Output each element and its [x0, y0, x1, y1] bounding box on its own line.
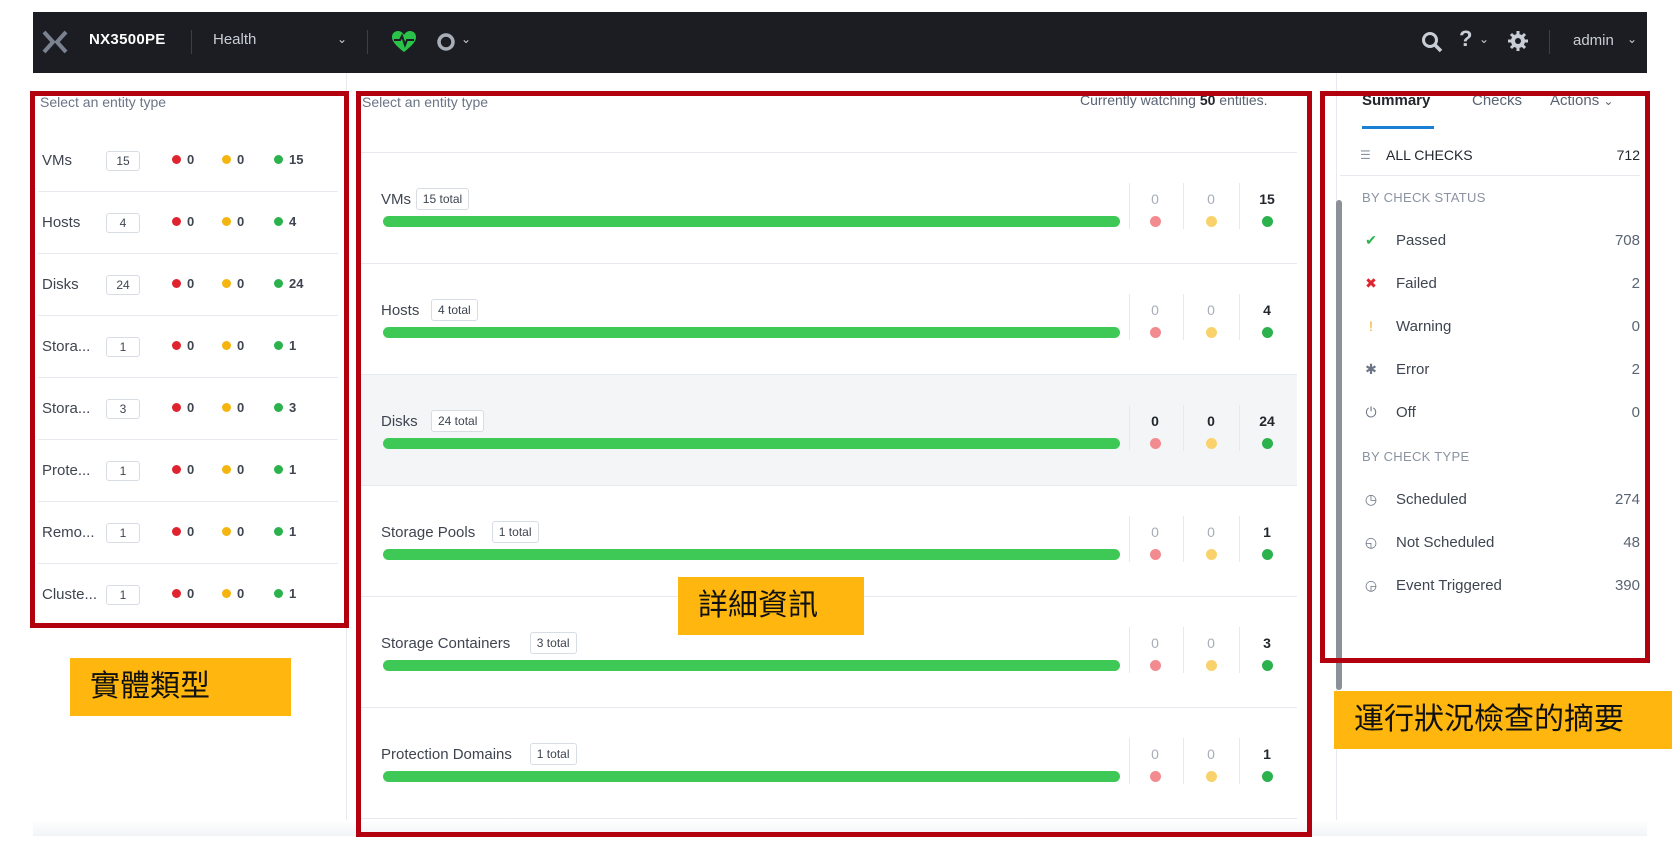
annotation-box-entity-type — [30, 91, 349, 628]
search-icon[interactable] — [1421, 31, 1443, 53]
cluster-name[interactable]: NX3500PE — [89, 31, 166, 48]
gear-icon[interactable] — [1507, 30, 1529, 52]
circle-status-icon[interactable] — [437, 33, 455, 51]
chevron-down-icon[interactable]: ⌄ — [461, 32, 471, 46]
divider — [191, 30, 192, 54]
nutanix-logo-icon[interactable] — [41, 28, 69, 56]
divider — [367, 30, 368, 54]
main-menu-dropdown[interactable]: Health — [213, 31, 256, 48]
health-heart-icon[interactable] — [391, 30, 417, 54]
top-navigation-bar: NX3500PE Health ⌄ ⌄ ? ⌄ admin ⌄ — [33, 12, 1647, 73]
chevron-down-icon[interactable]: ⌄ — [1627, 32, 1637, 46]
annotation-note-details: 詳細資訊 — [678, 577, 864, 635]
annotation-box-details — [356, 91, 1312, 837]
chevron-down-icon[interactable]: ⌄ — [1479, 32, 1489, 46]
help-icon[interactable]: ? — [1459, 26, 1472, 52]
annotation-box-summary — [1320, 91, 1650, 663]
annotation-note-summary: 運行狀況檢查的摘要 — [1334, 691, 1672, 749]
divider — [1549, 30, 1550, 54]
chevron-down-icon[interactable]: ⌄ — [337, 32, 347, 46]
user-menu[interactable]: admin — [1573, 32, 1614, 49]
annotation-note-entity-type: 實體類型 — [70, 658, 291, 716]
